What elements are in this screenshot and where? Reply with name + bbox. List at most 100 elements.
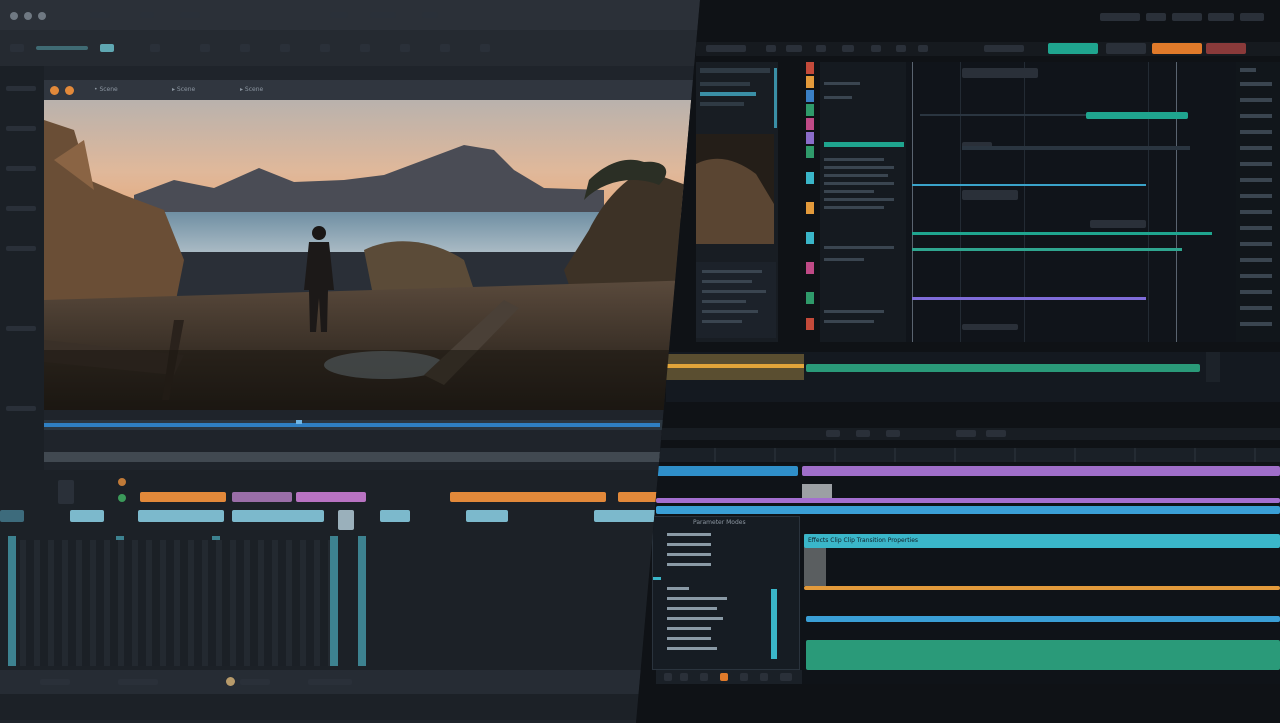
transport-button[interactable] xyxy=(956,430,976,437)
playhead-marker[interactable] xyxy=(338,510,354,530)
header-button[interactable] xyxy=(984,45,1024,52)
menu-item[interactable] xyxy=(370,12,396,18)
sidebar-item[interactable] xyxy=(6,206,36,211)
tool-button[interactable] xyxy=(320,44,330,52)
tab-scene-2[interactable]: ▸ Scene xyxy=(172,86,195,94)
keyframe-curve[interactable] xyxy=(912,248,1182,251)
browser-row[interactable] xyxy=(700,102,744,106)
color-swatch[interactable] xyxy=(806,292,814,304)
color-swatch[interactable] xyxy=(806,104,814,116)
color-swatch[interactable] xyxy=(806,262,814,274)
audio-track[interactable] xyxy=(806,616,1280,622)
tool-icon[interactable] xyxy=(664,673,672,681)
sidebar-item[interactable] xyxy=(6,166,36,171)
menu-item[interactable] xyxy=(180,12,200,18)
tool-button[interactable] xyxy=(360,44,370,52)
keyframe-curve[interactable] xyxy=(912,184,1146,186)
keyframe-curve[interactable] xyxy=(962,146,1190,150)
audio-track[interactable] xyxy=(656,498,1280,503)
color-swatch[interactable] xyxy=(806,76,814,88)
timeline-clip[interactable] xyxy=(232,492,292,502)
menu-item[interactable] xyxy=(330,12,348,18)
keyframe-label[interactable] xyxy=(962,68,1038,78)
header-button[interactable] xyxy=(871,45,881,52)
keyframe-label[interactable] xyxy=(1090,220,1146,228)
tool-icon[interactable] xyxy=(740,673,748,681)
top-button[interactable] xyxy=(1240,13,1264,21)
color-swatch[interactable] xyxy=(806,146,814,158)
tool-button[interactable] xyxy=(150,44,160,52)
transport-button[interactable] xyxy=(308,679,352,685)
header-button[interactable] xyxy=(842,45,854,52)
menu-item[interactable] xyxy=(422,12,438,18)
keyframe-label[interactable] xyxy=(962,324,1018,330)
tool-button[interactable] xyxy=(100,44,114,52)
header-button[interactable] xyxy=(896,45,906,52)
sidebar-item[interactable] xyxy=(6,126,36,131)
tool-button[interactable] xyxy=(240,44,250,52)
mode-tab[interactable] xyxy=(1106,43,1146,54)
browser-row[interactable] xyxy=(700,92,756,96)
track-dot-icon[interactable] xyxy=(118,494,126,502)
header-button[interactable] xyxy=(706,45,746,52)
top-button[interactable] xyxy=(1208,13,1234,21)
video-clip[interactable] xyxy=(802,466,1280,476)
sidebar-item[interactable] xyxy=(6,406,36,411)
media-thumbnail[interactable] xyxy=(696,134,774,244)
tool-button[interactable] xyxy=(480,44,490,52)
tool-icon[interactable] xyxy=(760,673,768,681)
header-button[interactable] xyxy=(766,45,776,52)
keyframe-curve[interactable] xyxy=(912,297,1146,300)
transport-button[interactable] xyxy=(986,430,1006,437)
color-swatch[interactable] xyxy=(806,318,814,330)
window-dot-icon[interactable] xyxy=(10,12,18,20)
track-dot-icon[interactable] xyxy=(118,478,126,486)
timeline-clip[interactable] xyxy=(296,492,366,502)
menu-item[interactable] xyxy=(140,12,154,18)
audio-clip[interactable] xyxy=(666,354,804,380)
header-button[interactable] xyxy=(786,45,802,52)
tool-button[interactable] xyxy=(280,44,290,52)
settings-icon[interactable] xyxy=(780,673,792,681)
inspector-scrollbar[interactable] xyxy=(771,589,777,659)
lock-icon[interactable] xyxy=(58,480,74,504)
browser-scrollbar[interactable] xyxy=(774,68,777,128)
tool-icon[interactable] xyxy=(700,673,708,681)
video-clip[interactable]: Effects Clip Clip Transition Properties xyxy=(804,534,1280,548)
transport-button[interactable] xyxy=(240,679,270,685)
transport-button[interactable] xyxy=(886,430,900,437)
color-swatch[interactable] xyxy=(806,232,814,244)
video-clip[interactable] xyxy=(656,466,798,476)
browser-row[interactable] xyxy=(700,82,750,86)
video-clip[interactable] xyxy=(806,364,1200,372)
header-button[interactable] xyxy=(816,45,826,52)
tool-button[interactable] xyxy=(200,44,210,52)
top-button[interactable] xyxy=(1146,13,1166,21)
audio-track[interactable] xyxy=(804,586,1280,590)
video-preview[interactable] xyxy=(44,100,700,410)
clip-scroll-handle[interactable] xyxy=(1206,352,1220,382)
transport-button[interactable] xyxy=(826,430,840,437)
minimize-icon[interactable] xyxy=(65,86,74,95)
browser-row[interactable] xyxy=(700,68,770,73)
timeline-clip[interactable] xyxy=(232,510,324,522)
keyframe-curve[interactable] xyxy=(912,232,1212,235)
keyframe-curve[interactable] xyxy=(1086,112,1188,119)
sidebar-item[interactable] xyxy=(6,246,36,251)
top-button[interactable] xyxy=(1172,13,1202,21)
color-swatch[interactable] xyxy=(806,62,814,74)
color-swatch[interactable] xyxy=(806,132,814,144)
selected-property[interactable] xyxy=(824,142,904,147)
transport-button[interactable] xyxy=(856,430,870,437)
playhead-handle[interactable] xyxy=(296,420,302,424)
transport-button[interactable] xyxy=(118,679,158,685)
keyframe-curve[interactable] xyxy=(920,114,1086,116)
timeline-clip[interactable] xyxy=(70,510,104,522)
video-clip[interactable] xyxy=(806,640,1280,670)
color-swatch[interactable] xyxy=(806,202,814,214)
top-button[interactable] xyxy=(1100,13,1140,21)
tab-scene-1[interactable]: • Scene xyxy=(94,86,118,94)
close-icon[interactable] xyxy=(50,86,59,95)
tool-button[interactable] xyxy=(400,44,410,52)
timeline-clip[interactable] xyxy=(138,510,224,522)
